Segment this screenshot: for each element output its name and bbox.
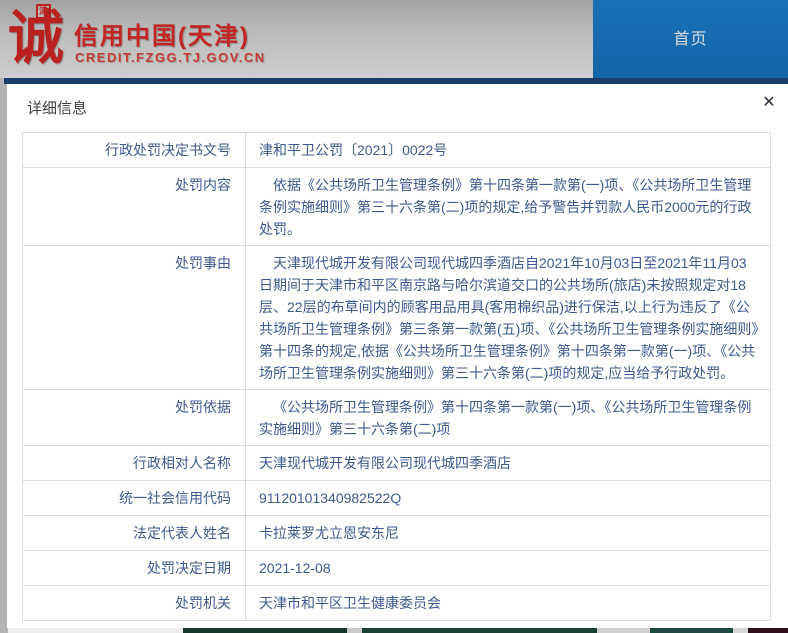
nav-home-button[interactable]: 首页 [593,0,788,78]
close-icon[interactable]: ✕ [758,92,780,114]
row-value: 天津市和平区卫生健康委员会 [259,595,441,611]
table-row-decision-date: 处罚决定日期 2021-12-08 [23,551,770,586]
background-strip [183,628,347,633]
modal-title: 详细信息 [27,100,88,117]
row-value: 2021-12-08 [259,560,331,576]
table-row-decision-number: 行政处罚决定书文号 津和平卫公罚〔2021〕0022号 [23,133,770,168]
row-label: 处罚内容 [23,168,246,245]
row-label: 处罚事由 [23,246,246,389]
background-strip [748,628,788,633]
background-strip [597,628,650,633]
table-row-credit-code: 统一社会信用代码 91120101340982522Q [23,481,770,516]
row-label: 处罚决定日期 [23,551,246,585]
background-strip [362,628,597,633]
row-value: 91120101340982522Q [259,490,402,506]
row-value: 津和平卫公罚〔2021〕0022号 [259,142,448,158]
nav-home-label: 首页 [673,31,708,48]
row-value: 依据《公共场所卫生管理条例》第十四条第一款第(一)项、《公共场所卫生管理条例实施… [259,177,752,237]
row-value: 卡拉莱罗尤立恩安东尼 [259,525,399,541]
row-label: 行政相对人名称 [23,446,246,480]
row-value: 天津现代城开发有限公司现代城四季酒店自2021年10月03日至2021年11月0… [259,255,759,381]
background-strip [650,628,733,633]
table-row-legal-representative: 法定代表人姓名 卡拉莱罗尤立恩安东尼 [23,516,770,551]
site-title: 信用中国(天津) [74,23,250,50]
table-row-penalty-content: 处罚内容 依据《公共场所卫生管理条例》第十四条第一款第(一)项、《公共场所卫生管… [23,168,770,246]
site-header: 津 诚 信用中国(天津) CREDIT.FZGG.TJ.GOV.CN 首页 [0,0,788,78]
row-value: 《公共场所卫生管理条例》第十四条第一款第(一)项、《公共场所卫生管理条例实施细则… [259,399,752,437]
background-strip [8,628,183,633]
row-label: 统一社会信用代码 [23,481,246,515]
site-url: CREDIT.FZGG.TJ.GOV.CN [75,50,266,65]
row-value: 天津现代城开发有限公司现代城四季酒店 [259,455,511,471]
background-strip [733,628,748,633]
table-row-party-name: 行政相对人名称 天津现代城开发有限公司现代城四季酒店 [23,446,770,481]
row-label: 法定代表人姓名 [23,516,246,550]
penalty-detail-table: 行政处罚决定书文号 津和平卫公罚〔2021〕0022号 处罚内容 依据《公共场所… [22,132,771,621]
background-strip [347,628,362,633]
row-label: 处罚机关 [23,586,246,620]
table-row-penalty-basis: 处罚依据 《公共场所卫生管理条例》第十四条第一款第(一)项、《公共场所卫生管理条… [23,390,770,446]
row-label: 处罚依据 [23,390,246,445]
row-label: 行政处罚决定书文号 [23,133,246,167]
site-logo[interactable]: 津 诚 [8,2,68,76]
table-row-penalty-reason: 处罚事由 天津现代城开发有限公司现代城四季酒店自2021年10月03日至2021… [23,246,770,390]
table-row-penalty-authority: 处罚机关 天津市和平区卫生健康委员会 [23,586,770,620]
detail-modal: 详细信息 ✕ 行政处罚决定书文号 津和平卫公罚〔2021〕0022号 处罚内容 … [7,84,788,628]
logo-cheng-icon: 诚 [8,4,64,71]
